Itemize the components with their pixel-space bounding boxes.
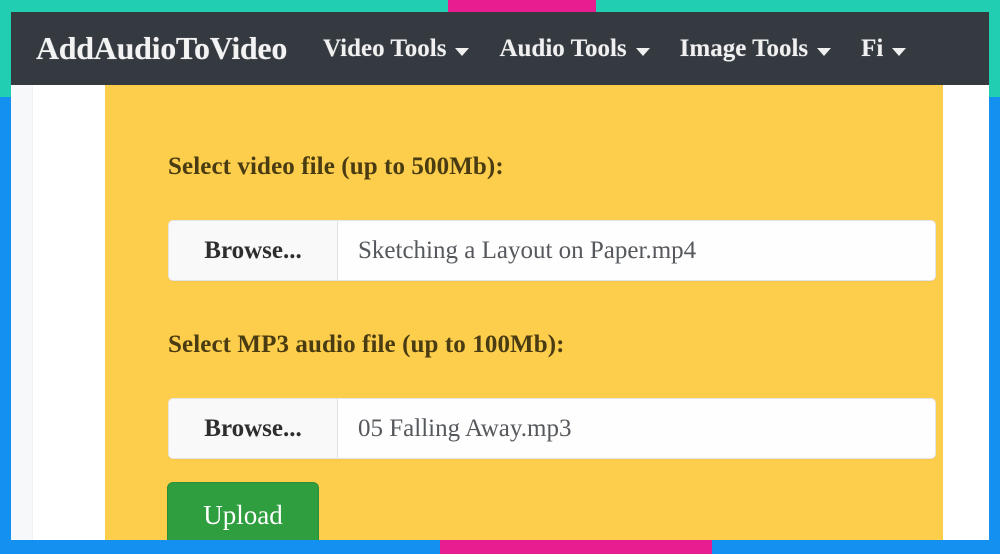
scrollbar-gutter[interactable] — [11, 85, 33, 540]
brand-logo[interactable]: AddAudioToVideo — [36, 30, 287, 67]
frame-border-right-upper — [989, 12, 1000, 97]
chevron-down-icon — [635, 47, 650, 56]
audio-browse-button[interactable]: Browse... — [169, 399, 338, 458]
video-browse-button[interactable]: Browse... — [169, 221, 338, 280]
chevron-down-icon — [455, 47, 470, 56]
frame-border-left-upper — [0, 12, 11, 97]
nav-item-image-tools[interactable]: Image Tools — [680, 35, 832, 63]
frame-border-top-left — [0, 0, 448, 12]
nav-item-label: Audio Tools — [499, 34, 627, 62]
chevron-down-icon — [817, 47, 832, 56]
frame-border-top-right — [596, 0, 1000, 12]
frame-border-right-lower — [989, 97, 1000, 554]
nav-item-label: Video Tools — [323, 34, 447, 62]
page-root: AddAudioToVideo Video Tools Audio Tools … — [11, 12, 989, 540]
chevron-down-icon — [892, 47, 907, 56]
video-file-name: Sketching a Layout on Paper.mp4 — [338, 221, 935, 280]
upload-button[interactable]: Upload — [167, 482, 319, 540]
video-file-label: Select video file (up to 500Mb): — [168, 153, 504, 180]
frame-border-bottom-center — [440, 540, 712, 554]
nav-item-label: Fi — [861, 34, 884, 62]
audio-file-name: 05 Falling Away.mp3 — [338, 399, 935, 458]
nav-item-video-tools[interactable]: Video Tools — [323, 34, 470, 63]
video-file-input[interactable]: Browse... Sketching a Layout on Paper.mp… — [168, 220, 936, 281]
upload-form-panel: Select video file (up to 500Mb): Browse.… — [105, 85, 943, 540]
nav-item-file-tools[interactable]: Fi — [861, 34, 907, 63]
nav-item-label: Image Tools — [679, 34, 809, 62]
audio-file-label: Select MP3 audio file (up to 100Mb): — [168, 331, 565, 358]
nav-item-audio-tools[interactable]: Audio Tools — [499, 34, 650, 63]
frame-border-bottom-right — [712, 540, 1000, 554]
frame-border-top-center — [448, 0, 596, 12]
content-area: Select video file (up to 500Mb): Browse.… — [11, 85, 989, 540]
audio-file-input[interactable]: Browse... 05 Falling Away.mp3 — [168, 398, 936, 459]
navbar: AddAudioToVideo Video Tools Audio Tools … — [11, 12, 989, 85]
frame-border-left-lower — [0, 97, 11, 554]
frame-border-bottom-left — [0, 540, 440, 554]
